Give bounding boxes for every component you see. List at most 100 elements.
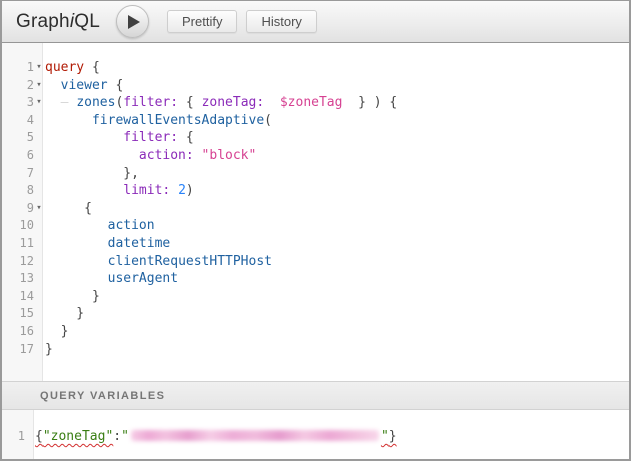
code-token-punct: [170, 183, 178, 198]
code-token-punct: [45, 183, 123, 198]
fold-spacer: [34, 182, 44, 200]
graphiql-window: GraphiQL Prettify History 1▾query {2▾ vi…: [0, 0, 631, 461]
code-line[interactable]: 15 }: [2, 305, 629, 323]
line-number: 13: [2, 270, 34, 288]
code-text: filter: {: [44, 129, 194, 147]
code-line[interactable]: 2▾ viewer {: [2, 77, 629, 95]
fold-spacer: [34, 165, 44, 183]
fold-spacer: [34, 147, 44, 165]
code-text: }: [44, 288, 100, 306]
code-token-punct: {: [178, 95, 201, 110]
code-text: clientRequestHTTPHost: [44, 253, 272, 271]
code-token-field: zones: [76, 95, 115, 110]
code-line[interactable]: 16 }: [2, 323, 629, 341]
code-token-punct: [45, 148, 139, 163]
code-text: },: [44, 165, 139, 183]
code-token-punct: {: [45, 201, 92, 216]
code-token-vkey: "zoneTag": [43, 429, 113, 444]
code-token-punct: [45, 254, 108, 269]
history-button[interactable]: History: [246, 10, 316, 33]
fold-arrow-icon[interactable]: ▾: [34, 59, 44, 77]
code-token-punct: } ) {: [342, 95, 397, 110]
code-token-punct: }: [45, 289, 100, 304]
line-number: 7: [2, 165, 34, 183]
code-token-punct: [45, 78, 61, 93]
line-number: 15: [2, 305, 34, 323]
variables-lines: 1 {"zoneTag":""}: [2, 410, 629, 446]
line-number: 1: [2, 59, 34, 77]
code-token-string: "block": [202, 148, 257, 163]
line-number: 2: [2, 77, 34, 95]
redacted-zone-tag-value: [131, 430, 379, 441]
code-token-keyword: query: [45, 60, 84, 75]
code-token-punct: {: [35, 429, 43, 444]
fold-arrow-icon[interactable]: ▾: [34, 94, 44, 112]
code-token-punct: }: [389, 429, 397, 444]
code-line[interactable]: 4 firewallEventsAdaptive(: [2, 112, 629, 130]
code-token-punct: [45, 271, 108, 286]
line-number: 16: [2, 323, 34, 341]
code-token-vkey: ": [121, 429, 129, 444]
code-line[interactable]: 17}: [2, 341, 629, 359]
code-line[interactable]: 11 datetime: [2, 235, 629, 253]
line-number: 10: [2, 217, 34, 235]
fold-spacer: [34, 129, 44, 147]
code-token-punct: :: [113, 429, 121, 444]
logo-text-pre: Graph: [16, 11, 70, 32]
code-token-punct: {: [108, 78, 124, 93]
code-token-punct: }: [45, 342, 53, 357]
code-token-attr: action:: [139, 148, 194, 163]
code-line[interactable]: 5 filter: {: [2, 129, 629, 147]
code-token-attr: filter:: [123, 130, 178, 145]
prettify-button[interactable]: Prettify: [167, 10, 237, 33]
code-text: datetime: [44, 235, 170, 253]
code-line[interactable]: 9▾ {: [2, 200, 629, 218]
code-token-field: viewer: [61, 78, 108, 93]
fold-arrow-icon[interactable]: ▾: [34, 77, 44, 95]
code-token-field: firewallEventsAdaptive: [92, 113, 264, 128]
line-number: 8: [2, 182, 34, 200]
line-number: 5: [2, 129, 34, 147]
code-token-punct: {: [178, 130, 194, 145]
code-text: limit: 2): [44, 182, 194, 200]
code-token-punct: [45, 130, 123, 145]
fold-arrow-icon[interactable]: ▾: [34, 200, 44, 218]
line-number: 1: [2, 428, 25, 446]
code-line[interactable]: 13 userAgent: [2, 270, 629, 288]
code-line[interactable]: 10 action: [2, 217, 629, 235]
code-text: action: "block": [44, 147, 256, 165]
query-variables-title: QUERY VARIABLES: [40, 390, 165, 402]
query-variables-header[interactable]: QUERY VARIABLES: [2, 381, 629, 410]
code-text: }: [44, 323, 68, 341]
play-icon: [128, 15, 140, 29]
code-text: }: [44, 341, 53, 359]
variables-editor[interactable]: 1 {"zoneTag":""}: [2, 410, 629, 459]
code-token-punct: [45, 113, 92, 128]
code-line[interactable]: 6 action: "block": [2, 147, 629, 165]
line-number: 14: [2, 288, 34, 306]
code-token-punct: },: [45, 166, 139, 181]
code-line[interactable]: 3▾ – zones(filter: { zoneTag: $zoneTag }…: [2, 94, 629, 112]
code-line[interactable]: 12 clientRequestHTTPHost: [2, 253, 629, 271]
execute-button[interactable]: [116, 5, 149, 38]
code-text: action: [44, 217, 155, 235]
code-token-number: 2: [178, 183, 186, 198]
query-editor[interactable]: 1▾query {2▾ viewer {3▾ – zones(filter: {…: [2, 43, 629, 381]
code-token-punct: {: [84, 60, 100, 75]
code-text: }: [44, 305, 84, 323]
code-token-punct: [45, 218, 108, 233]
code-token-punct: ): [186, 183, 194, 198]
code-token-field: action: [108, 218, 155, 233]
line-number: 4: [2, 112, 34, 130]
code-line[interactable]: 7 },: [2, 165, 629, 183]
line-number: 3: [2, 94, 34, 112]
line-number: 9: [2, 200, 34, 218]
variables-line[interactable]: 1 {"zoneTag":""}: [2, 428, 629, 446]
code-token-field: datetime: [108, 236, 171, 251]
query-editor-lines: 1▾query {2▾ viewer {3▾ – zones(filter: {…: [2, 43, 629, 358]
code-line[interactable]: 1▾query {: [2, 59, 629, 77]
code-line[interactable]: 14 }: [2, 288, 629, 306]
code-text: firewallEventsAdaptive(: [44, 112, 272, 130]
code-token-vkey: ": [381, 429, 389, 444]
code-line[interactable]: 8 limit: 2): [2, 182, 629, 200]
